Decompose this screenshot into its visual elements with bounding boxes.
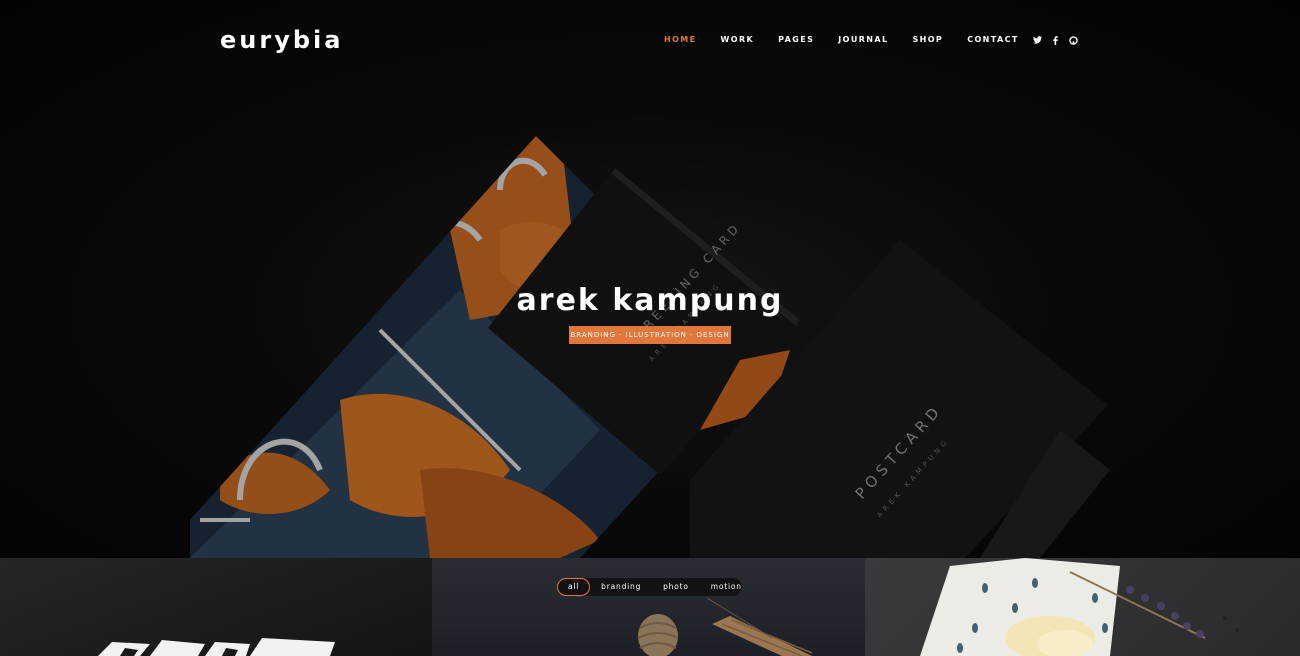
nav-item-contact[interactable]: CONTACT: [967, 34, 1019, 46]
hero-tagline-badge: BRANDING · ILLUSTRATION · DESIGN: [569, 326, 731, 344]
hero-title: arek kampung: [516, 283, 784, 318]
twitter-icon[interactable]: [1032, 34, 1042, 46]
portfolio-item[interactable]: [865, 558, 1300, 656]
hero-overlay: [0, 0, 1300, 558]
nav-item-home[interactable]: HOME: [664, 34, 697, 46]
portfolio-filter-bar: all branding photo motion: [557, 578, 742, 596]
filter-branding[interactable]: branding: [590, 578, 652, 596]
social-links: [1032, 34, 1078, 46]
github-icon[interactable]: [1068, 34, 1078, 46]
hero-section: GREETING CARD AREK KAMPUNG POSTCARD AREK…: [0, 0, 1300, 558]
filter-photo[interactable]: photo: [652, 578, 700, 596]
portfolio-thumbnail: [98, 638, 335, 656]
portfolio-grid: [0, 558, 1300, 656]
site-header: eurybia HOME WORK PAGES JOURNAL SHOP CON…: [0, 0, 1300, 80]
nav-item-work[interactable]: WORK: [721, 34, 755, 46]
nav-item-journal[interactable]: JOURNAL: [838, 34, 888, 46]
filter-motion[interactable]: motion: [700, 578, 753, 596]
site-logo[interactable]: eurybia: [220, 24, 343, 56]
portfolio-item[interactable]: [0, 558, 432, 656]
facebook-icon[interactable]: [1050, 34, 1060, 46]
nav-item-shop[interactable]: SHOP: [912, 34, 943, 46]
portfolio-item[interactable]: [432, 558, 865, 656]
portfolio-thumbnail: [920, 558, 1239, 656]
nav-item-pages[interactable]: PAGES: [778, 34, 814, 46]
main-nav: HOME WORK PAGES JOURNAL SHOP CONTACT: [664, 34, 1043, 46]
filter-all[interactable]: all: [557, 578, 591, 596]
portfolio-thumbnail: [637, 597, 813, 656]
